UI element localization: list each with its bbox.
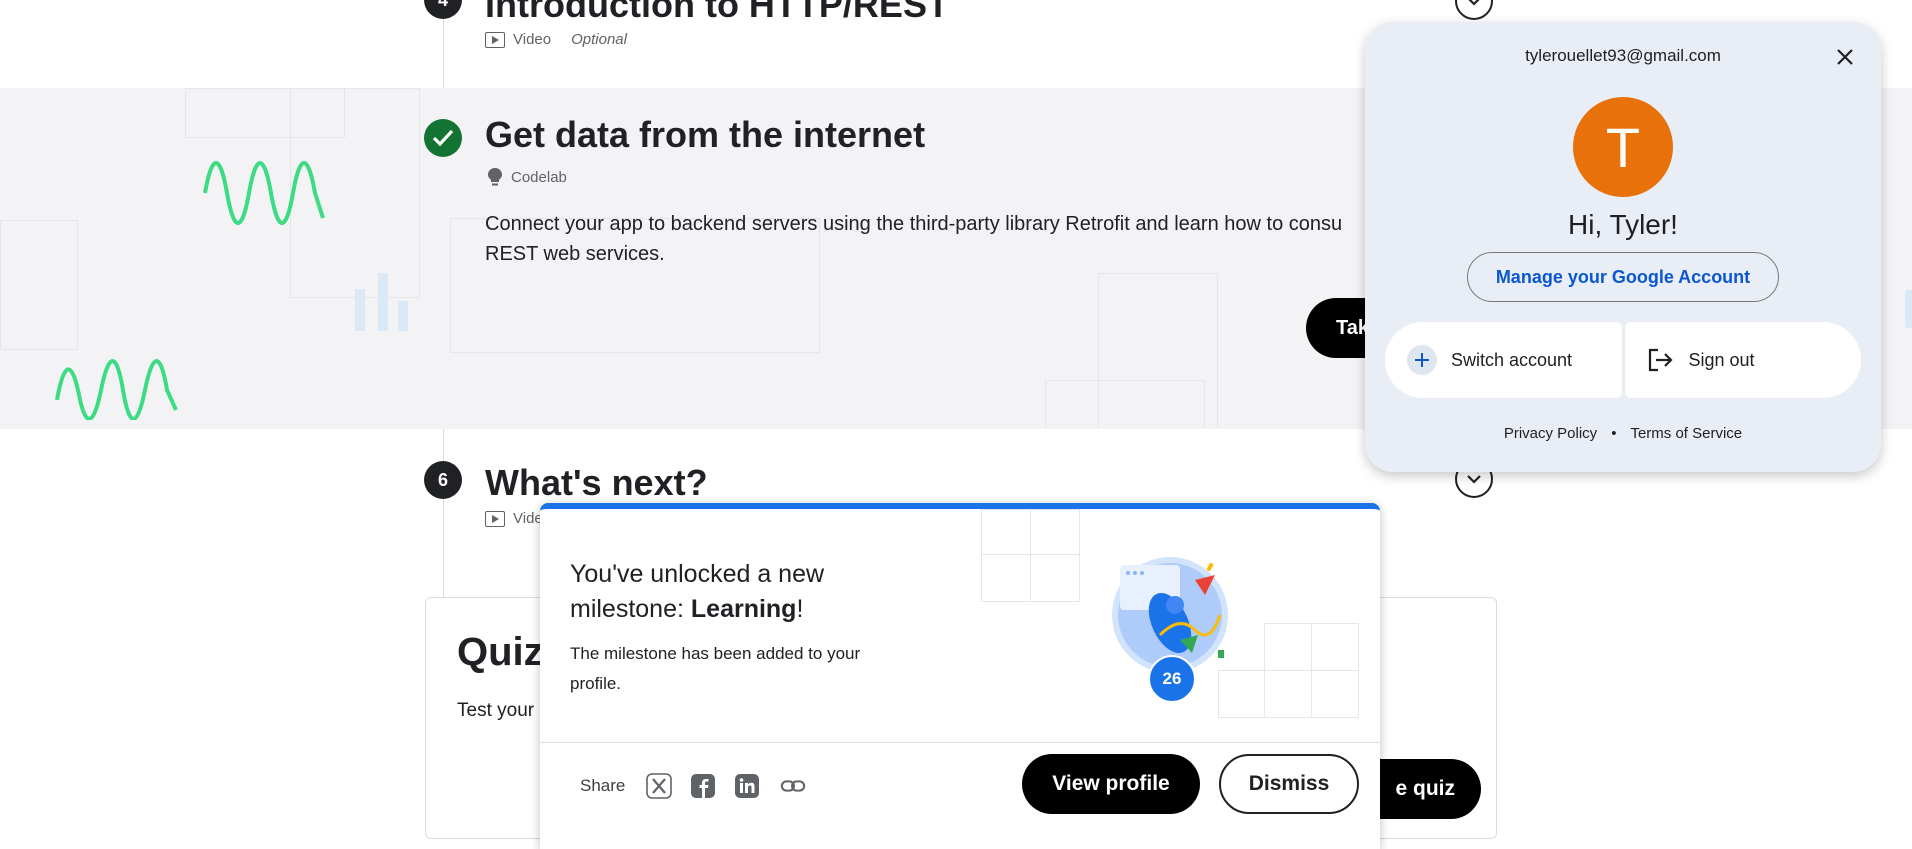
sign-out-icon xyxy=(1648,348,1673,372)
milestone-title-bold: Learning xyxy=(690,595,797,623)
switch-account-label: Switch account xyxy=(1451,349,1573,370)
milestone-title-suffix: ! xyxy=(796,595,804,623)
account-footer-links: Privacy Policy • Terms of Service xyxy=(1365,425,1881,442)
completed-check-icon xyxy=(424,119,462,157)
step-5-title[interactable]: Get data from the internet xyxy=(485,114,925,156)
decor-grid-cell xyxy=(1311,670,1359,718)
step-5-type: Codelab xyxy=(511,168,567,186)
close-icon[interactable] xyxy=(1833,45,1857,69)
decor-grid-cell xyxy=(0,220,78,350)
decor-grid-cell xyxy=(1045,380,1205,429)
quiz-description: Test your xyxy=(457,700,535,721)
decor-grid-cell xyxy=(1218,670,1265,718)
separator-dot: • xyxy=(1611,425,1617,442)
account-menu: tylerouellet93@gmail.com T Hi, Tyler! Ma… xyxy=(1365,22,1881,472)
step-4-meta: Video Optional xyxy=(485,31,627,48)
step-4-title[interactable]: Introduction to HTTP/REST xyxy=(485,0,949,26)
decor-grid-cell xyxy=(1264,623,1312,671)
step-6-title[interactable]: What's next? xyxy=(485,462,708,504)
lightbulb-icon xyxy=(488,168,502,186)
video-icon xyxy=(485,510,505,527)
step-6-meta: Vide xyxy=(485,510,543,527)
step-4-type: Video xyxy=(513,31,552,48)
x-icon[interactable] xyxy=(646,773,672,799)
account-actions: Switch account Sign out xyxy=(1385,322,1861,398)
milestone-dialog: You've unlocked a new milestone: Learnin… xyxy=(540,503,1380,849)
view-profile-button[interactable]: View profile xyxy=(1022,754,1200,814)
milestone-subtitle: The milestone has been added to your pro… xyxy=(570,644,861,693)
terms-of-service-link[interactable]: Terms of Service xyxy=(1630,425,1742,442)
linkedin-icon[interactable] xyxy=(734,773,760,799)
step-6-type: Vide xyxy=(513,510,543,527)
step-5-meta: Codelab xyxy=(487,167,567,187)
description-line-1: Connect your app to backend servers usin… xyxy=(485,213,1343,235)
link-icon[interactable] xyxy=(780,773,806,799)
expand-step-4-button[interactable] xyxy=(1455,0,1493,20)
switch-account-button[interactable]: Switch account xyxy=(1385,322,1622,398)
bar-decoration-icon xyxy=(355,273,408,331)
description-line-2: REST web services. xyxy=(485,243,665,265)
share-label: Share xyxy=(580,776,626,795)
video-icon xyxy=(485,31,505,48)
optional-label: Optional xyxy=(571,31,627,48)
privacy-policy-link[interactable]: Privacy Policy xyxy=(1504,425,1597,442)
sign-out-button[interactable]: Sign out xyxy=(1624,322,1861,398)
sign-out-label: Sign out xyxy=(1688,349,1755,370)
chevron-down-icon xyxy=(1467,475,1481,484)
plus-icon xyxy=(1407,345,1437,375)
decor-grid-cell xyxy=(1030,509,1080,555)
wave-decoration-icon xyxy=(55,359,178,420)
avatar[interactable]: T xyxy=(1573,97,1673,197)
decor-grid-cell xyxy=(1311,623,1359,671)
account-greeting: Hi, Tyler! xyxy=(1568,209,1678,240)
step-number-4: 4 xyxy=(424,0,462,19)
decor-grid-cell xyxy=(981,554,1031,602)
step-number-6: 6 xyxy=(424,461,462,499)
milestone-title: You've unlocked a new milestone: Learnin… xyxy=(570,557,900,627)
account-email: tylerouellet93@gmail.com xyxy=(1525,46,1721,65)
step-5-description: Connect your app to backend servers usin… xyxy=(485,209,1385,269)
dismiss-button[interactable]: Dismiss xyxy=(1219,754,1359,814)
chevron-down-icon xyxy=(1468,0,1480,6)
milestone-footer-divider xyxy=(540,742,1380,743)
wave-decoration-icon xyxy=(203,161,325,225)
milestone-count-badge: 26 xyxy=(1148,655,1196,703)
manage-account-button[interactable]: Manage your Google Account xyxy=(1467,252,1779,302)
decor-grid-cell xyxy=(1030,554,1080,602)
facebook-icon[interactable] xyxy=(690,773,716,799)
bar-decoration-icon xyxy=(1905,290,1912,328)
decor-grid-cell xyxy=(1264,670,1312,718)
quiz-title: Quiz xyxy=(457,630,544,674)
decor-grid-cell xyxy=(981,509,1031,555)
